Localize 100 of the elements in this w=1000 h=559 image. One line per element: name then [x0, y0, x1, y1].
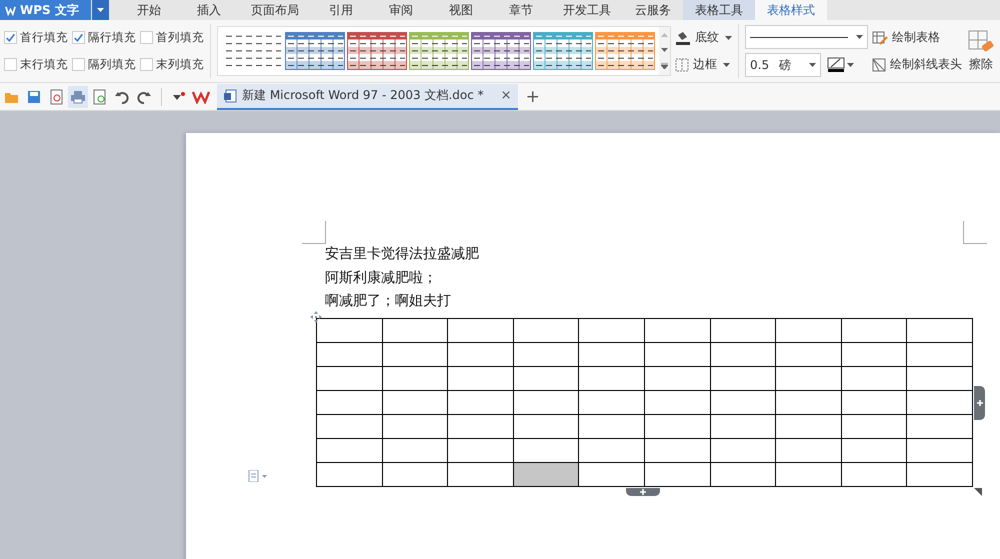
draw-diagonal-header-button[interactable]: 绘制斜线表头 — [872, 56, 962, 73]
table-cell[interactable] — [513, 366, 579, 390]
table-cell[interactable] — [382, 318, 448, 342]
table-cell[interactable] — [448, 414, 514, 438]
table-cell[interactable] — [906, 366, 972, 390]
table-style-thumbnail[interactable] — [595, 32, 655, 70]
menu-tab[interactable]: 引用 — [311, 0, 371, 20]
table-cell[interactable] — [841, 366, 907, 390]
table-cell[interactable] — [710, 390, 776, 414]
table-cell[interactable] — [710, 366, 776, 390]
table-cell[interactable] — [513, 414, 579, 438]
table-cell[interactable] — [448, 462, 514, 486]
table-cell[interactable] — [382, 414, 448, 438]
table-cell[interactable] — [776, 414, 842, 438]
table-cell[interactable] — [710, 438, 776, 462]
menu-tab[interactable]: 开始 — [119, 0, 179, 20]
table-cell[interactable] — [578, 342, 644, 366]
table-cell[interactable] — [644, 414, 710, 438]
draw-table-button[interactable]: 绘制表格 — [872, 29, 962, 46]
add-row-handle[interactable] — [626, 488, 660, 496]
table-cell[interactable] — [316, 318, 382, 342]
menu-tab[interactable]: 云服务 — [623, 0, 683, 20]
gallery-scrollbar[interactable] — [659, 27, 670, 75]
table-cell[interactable] — [644, 366, 710, 390]
table-move-handle-icon[interactable] — [310, 310, 322, 322]
table-style-thumbnail[interactable] — [471, 32, 531, 70]
menu-tab[interactable]: 表格样式 — [755, 0, 827, 20]
table-cell[interactable] — [710, 462, 776, 486]
table-cell[interactable] — [578, 462, 644, 486]
table-cell[interactable] — [710, 342, 776, 366]
table-cell[interactable] — [906, 390, 972, 414]
table-cell[interactable] — [841, 462, 907, 486]
table-cell[interactable] — [644, 462, 710, 486]
pen-color-button[interactable] — [827, 57, 854, 73]
expand-gallery-icon[interactable] — [661, 63, 668, 70]
checkbox[interactable] — [72, 58, 85, 71]
menu-tab[interactable]: 开发工具 — [551, 0, 623, 20]
checkbox[interactable] — [72, 31, 85, 44]
table-cell[interactable] — [578, 390, 644, 414]
table-cell[interactable] — [906, 462, 972, 486]
erase-button[interactable]: 擦除 — [968, 30, 994, 72]
menu-tab[interactable]: 表格工具 — [683, 0, 755, 20]
menu-tab[interactable]: 插入 — [179, 0, 239, 20]
table-cell[interactable] — [644, 318, 710, 342]
print-icon[interactable] — [68, 86, 88, 108]
table-cell[interactable] — [448, 318, 514, 342]
line-width-field[interactable]: 0.5 磅 — [745, 53, 821, 77]
table-cell[interactable] — [644, 342, 710, 366]
resize-handle-icon[interactable] — [974, 488, 982, 496]
table-cell[interactable] — [906, 414, 972, 438]
table-cell[interactable] — [776, 462, 842, 486]
table-cell[interactable] — [513, 342, 579, 366]
table-cell[interactable] — [578, 318, 644, 342]
menu-tab[interactable]: 章节 — [491, 0, 551, 20]
table-cell[interactable] — [644, 438, 710, 462]
table-cell[interactable] — [841, 438, 907, 462]
checkbox[interactable] — [4, 31, 17, 44]
table-style-thumbnail[interactable] — [285, 32, 345, 70]
table-cell[interactable] — [710, 318, 776, 342]
table-cell[interactable] — [316, 342, 382, 366]
table-cell[interactable] — [776, 366, 842, 390]
checkbox[interactable] — [4, 58, 17, 71]
app-dropdown-button[interactable] — [92, 0, 109, 20]
table-cell[interactable] — [513, 390, 579, 414]
checkbox[interactable] — [140, 58, 153, 71]
table-cell[interactable] — [382, 390, 448, 414]
table-cell[interactable] — [513, 462, 579, 486]
menu-tab[interactable]: 视图 — [431, 0, 491, 20]
app-menu-button[interactable]: WPS 文字 — [0, 0, 91, 20]
line-style-dropdown[interactable] — [745, 25, 868, 49]
document-tab[interactable]: 新建 Microsoft Word 97 - 2003 文档.doc * × — [217, 84, 518, 110]
table-cell[interactable] — [513, 318, 579, 342]
table-cell[interactable] — [448, 390, 514, 414]
table-cell[interactable] — [316, 438, 382, 462]
table-style-thumbnail[interactable] — [409, 32, 469, 70]
table-cell[interactable] — [316, 462, 382, 486]
table-cell[interactable] — [382, 462, 448, 486]
table-cell[interactable] — [841, 318, 907, 342]
table-cell[interactable] — [906, 342, 972, 366]
table-cell[interactable] — [776, 342, 842, 366]
table-cell[interactable] — [841, 414, 907, 438]
table-style-thumbnail[interactable] — [347, 32, 407, 70]
table-cell[interactable] — [448, 342, 514, 366]
checkbox[interactable] — [140, 31, 153, 44]
table-cell[interactable] — [841, 342, 907, 366]
table-cell[interactable] — [578, 414, 644, 438]
table-cell[interactable] — [776, 318, 842, 342]
scroll-down-icon[interactable] — [661, 48, 668, 52]
table-cell[interactable] — [644, 390, 710, 414]
table-style-thumbnail[interactable] — [533, 32, 593, 70]
new-tab-button[interactable]: + — [526, 86, 540, 106]
table-cell[interactable] — [382, 366, 448, 390]
menu-tab[interactable]: 页面布局 — [239, 0, 311, 20]
add-column-handle[interactable] — [974, 386, 985, 420]
table-cell[interactable] — [316, 366, 382, 390]
table-cell[interactable] — [578, 438, 644, 462]
table-cell[interactable] — [710, 414, 776, 438]
table-cell[interactable] — [578, 366, 644, 390]
table-cell[interactable] — [316, 390, 382, 414]
menu-tab[interactable]: 审阅 — [371, 0, 431, 20]
